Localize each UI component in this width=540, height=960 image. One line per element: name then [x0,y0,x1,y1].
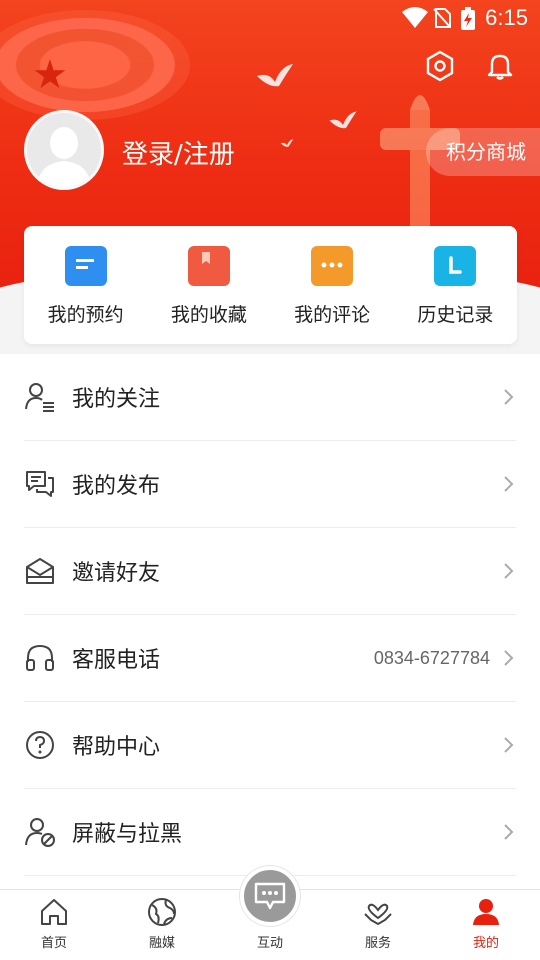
comment-icon [311,246,354,286]
menu-item-follow[interactable]: 我的关注 [24,354,516,441]
interact-center-button[interactable] [240,866,300,926]
menu-item-customer-service[interactable]: 客服电话 0834-6727784 [24,615,516,702]
menu-item-help[interactable]: 帮助中心 [24,702,516,789]
decorative-dove [280,139,294,147]
menu-list: 我的关注 我的发布 邀请好友 客服电话 0834-6727784 帮助中心 屏蔽… [0,354,540,889]
no-sim-icon [433,8,451,28]
decorative-dove [257,64,293,87]
quick-action-reservation[interactable]: 我的预约 [24,226,147,344]
status-bar: 6:15 [0,0,540,36]
invite-icon [26,558,54,584]
header-actions [424,50,516,82]
tab-label: 我的 [472,936,499,951]
chevron-right-icon [504,563,514,579]
menu-item-label: 我的发布 [72,474,161,499]
wifi-icon [402,7,428,28]
login-register-link[interactable]: 登录/注册 [122,134,235,171]
quick-action-history[interactable]: 历史记录 [394,226,517,344]
headset-icon [26,644,54,671]
avatar[interactable] [24,110,104,190]
help-icon [26,731,54,759]
settings-hex-icon[interactable] [424,50,456,82]
publish-icon [26,471,54,497]
default-user-avatar-icon [37,127,91,187]
battery-charging-icon [461,7,475,30]
points-mall-button[interactable]: 积分商城 [426,128,540,176]
tab-media[interactable]: 融媒 [108,890,216,960]
status-time: 6:15 [485,5,528,30]
tab-label: 服务 [364,936,391,951]
menu-item-publish[interactable]: 我的发布 [24,441,516,528]
favorite-icon [187,246,230,286]
menu-item-block[interactable]: 屏蔽与拉黑 [24,789,516,876]
menu-item-invite[interactable]: 邀请好友 [24,528,516,615]
quick-action-favorite[interactable]: 我的收藏 [147,226,270,344]
menu-item-label: 客服电话 [72,648,161,673]
chevron-right-icon [504,737,514,753]
tab-label: 首页 [40,936,67,951]
decorative-dove [329,111,357,129]
home-icon [41,899,67,925]
chevron-right-icon [504,389,514,405]
service-icon [364,903,392,926]
menu-item-label: 帮助中心 [72,735,161,760]
follow-icon [25,383,54,412]
quick-action-comment[interactable]: 我的评论 [271,226,394,344]
tab-label: 互动 [256,936,283,951]
tab-label: 融媒 [148,936,175,951]
quick-action-label: 我的评论 [294,304,371,326]
profile-icon [473,899,499,925]
chevron-right-icon [504,824,514,840]
menu-item-label: 屏蔽与拉黑 [72,822,183,847]
block-user-icon [25,818,55,847]
globe-icon [148,898,176,926]
menu-item-label: 邀请好友 [72,561,161,586]
quick-action-label: 历史记录 [417,304,494,326]
tab-profile[interactable]: 我的 [432,890,540,960]
reservation-icon [64,246,107,286]
customer-service-phone[interactable]: 0834-6727784 [374,648,490,669]
chevron-right-icon [504,650,514,666]
chat-icon [254,882,286,910]
quick-action-label: 我的收藏 [170,304,247,326]
history-icon [434,246,477,286]
bell-icon[interactable] [484,50,516,82]
quick-action-label: 我的预约 [47,304,124,326]
tab-home[interactable]: 首页 [0,890,108,960]
tab-service[interactable]: 服务 [324,890,432,960]
quick-actions-card: 我的预约 我的收藏 我的评论 历史记录 [24,226,517,344]
menu-item-label: 我的关注 [72,387,161,412]
chevron-right-icon [504,476,514,492]
